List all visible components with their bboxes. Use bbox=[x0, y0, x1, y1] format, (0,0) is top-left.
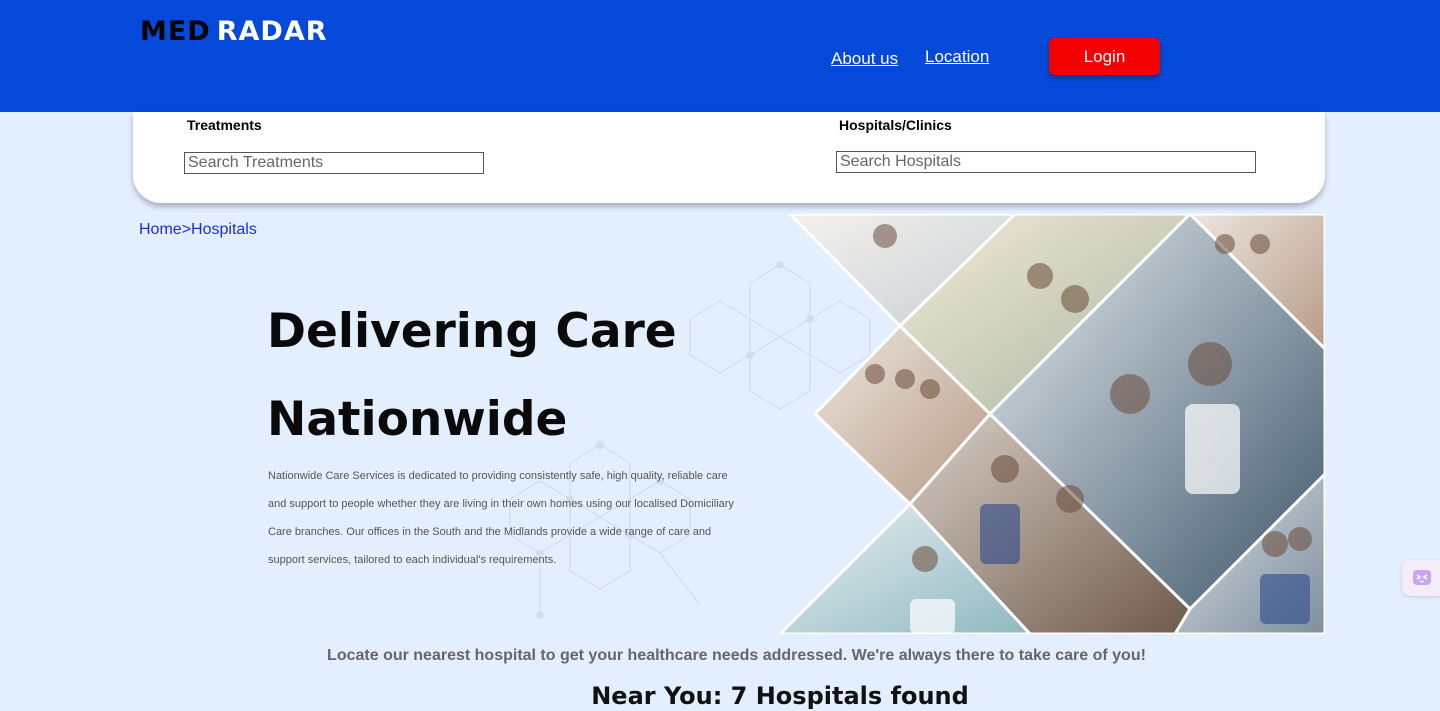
near-you-heading: Near You: 7 Hospitals found bbox=[591, 682, 969, 710]
search-panel: Treatments Hospitals/Clinics bbox=[133, 112, 1325, 203]
hero-title: Delivering Care Nationwide bbox=[267, 288, 767, 464]
breadcrumb-hospitals[interactable]: Hospitals bbox=[191, 221, 257, 238]
logo[interactable]: MED RADAR bbox=[140, 16, 328, 47]
search-hospitals-input[interactable] bbox=[836, 151, 1256, 173]
breadcrumb-home[interactable]: Home bbox=[139, 221, 182, 238]
healthcare-photo-collage bbox=[780, 214, 1325, 634]
nav-about-link[interactable]: About us bbox=[831, 49, 898, 69]
nav-location-link[interactable]: Location bbox=[925, 47, 989, 67]
breadcrumb: Home>Hospitals bbox=[139, 221, 257, 239]
logo-med: MED bbox=[140, 16, 211, 47]
hero-title-line1: Delivering Care bbox=[267, 304, 677, 359]
breadcrumb-separator: > bbox=[181, 221, 192, 238]
hero-title-line2: Nationwide bbox=[267, 392, 568, 447]
locate-hospital-text: Locate our nearest hospital to get your … bbox=[327, 647, 1146, 664]
hero-description: Nationwide Care Services is dedicated to… bbox=[268, 470, 734, 566]
site-header: MED RADAR About us Location Login bbox=[0, 0, 1440, 112]
chat-bot-icon bbox=[1413, 570, 1431, 585]
chat-widget-button[interactable] bbox=[1402, 560, 1440, 596]
treatments-label: Treatments bbox=[187, 117, 262, 133]
login-button[interactable]: Login bbox=[1049, 38, 1160, 75]
hospitals-label: Hospitals/Clinics bbox=[839, 117, 952, 133]
logo-radar: RADAR bbox=[216, 16, 328, 47]
search-treatments-input[interactable] bbox=[184, 152, 484, 174]
